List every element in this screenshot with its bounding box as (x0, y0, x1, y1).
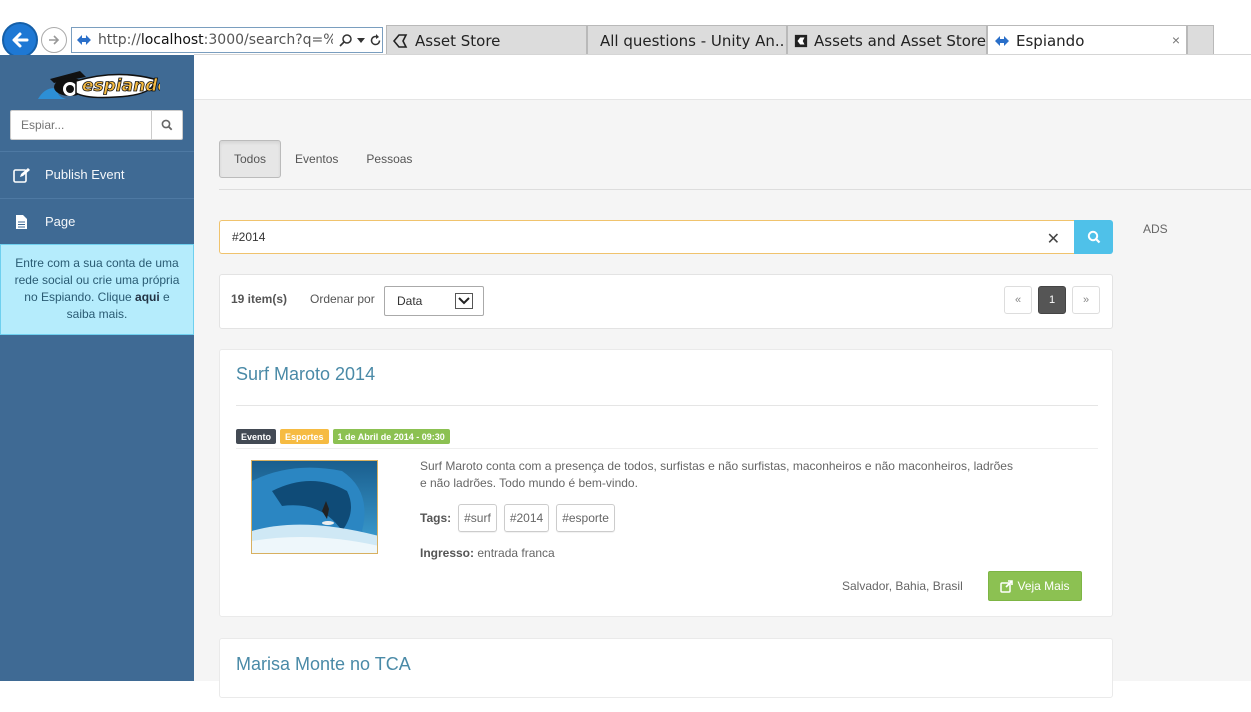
browser-chrome: http://localhost:3000/search?q=% Asset S… (0, 0, 1251, 58)
unity-icon (794, 34, 808, 47)
arrow-right-icon (49, 35, 60, 45)
divider (236, 405, 1098, 406)
result-card: Surf Maroto 2014 Evento Esportes 1 de Ab… (219, 349, 1113, 617)
sort-select[interactable]: Data (384, 286, 484, 316)
top-band (194, 55, 1251, 100)
close-tab-icon[interactable]: × (1172, 32, 1180, 48)
type-badge: Evento (236, 429, 277, 444)
dropdown-icon[interactable] (357, 36, 365, 44)
svg-text:espiando: espiando (82, 76, 160, 96)
sidebar-item-label: Publish Event (45, 167, 125, 182)
divider (236, 448, 1098, 449)
search-icon (1087, 230, 1100, 244)
main-search: #2014 ✕ (219, 220, 1113, 254)
sidebar-item-label: Page (45, 214, 76, 229)
main-content: Todos Eventos Pessoas #2014 ✕ ADS 19 ite… (194, 100, 1251, 698)
pagination: « 1 » (1004, 286, 1100, 314)
sidebar-item-publish-event[interactable]: Publish Event (0, 151, 194, 197)
result-card: Marisa Monte no TCA (219, 638, 1113, 698)
sidebar-search-button[interactable] (151, 111, 182, 139)
sort-label: Ordenar por (310, 292, 375, 306)
sidebar-search-input[interactable] (11, 111, 151, 139)
refresh-icon[interactable] (369, 33, 382, 47)
result-count: 19 item(s) (231, 292, 288, 306)
tab-assets-and-asset-store[interactable]: Assets and Asset Store (787, 25, 987, 55)
search-icon[interactable] (339, 33, 353, 47)
tab-all-questions[interactable]: All questions - Unity An... (587, 25, 787, 55)
ads-label: ADS (1143, 222, 1168, 236)
card-description: Surf Maroto conta com a presença de todo… (420, 459, 1013, 490)
search-input[interactable]: #2014 ✕ (219, 220, 1074, 254)
back-button[interactable] (2, 22, 38, 58)
filter-tabs: Todos Eventos Pessoas (219, 140, 426, 178)
card-title[interactable]: Surf Maroto 2014 (236, 364, 375, 385)
url-text[interactable]: http://localhost:3000/search?q=% (98, 32, 333, 48)
arrow-left-icon (12, 32, 29, 48)
category-badge: Esportes (280, 429, 329, 444)
login-prompt: Entre com a sua conta de uma rede social… (0, 244, 194, 335)
external-link-icon (1000, 579, 1014, 593)
pager-current[interactable]: 1 (1038, 286, 1066, 314)
site-icon (995, 35, 1009, 46)
tags-label: Tags: (420, 511, 452, 525)
tag-surf[interactable]: #surf (458, 504, 497, 532)
address-bar[interactable]: http://localhost:3000/search?q=% (71, 27, 383, 53)
card-title[interactable]: Marisa Monte no TCA (236, 654, 411, 675)
date-badge: 1 de Abril de 2014 - 09:30 (332, 429, 450, 444)
search-button[interactable] (1074, 220, 1113, 254)
login-link[interactable]: aqui (135, 290, 160, 304)
divider (219, 189, 1251, 190)
card-tags: Tags: #surf #2014 #esporte (420, 504, 615, 532)
clear-icon[interactable]: ✕ (1047, 229, 1060, 249)
tab-espiando[interactable]: Espiando × (987, 25, 1187, 55)
see-more-button[interactable]: Veja Mais (988, 571, 1082, 601)
tag-esporte[interactable]: #esporte (556, 504, 615, 532)
card-location: Salvador, Bahia, Brasil (842, 579, 963, 593)
tab-eventos[interactable]: Eventos (281, 140, 352, 178)
chevron-down-icon (455, 293, 473, 309)
file-icon (16, 214, 27, 229)
forward-button[interactable] (41, 27, 67, 53)
results-toolbar: 19 item(s) Ordenar por Data « 1 » (219, 274, 1113, 329)
tab-asset-store[interactable]: Asset Store (386, 25, 587, 55)
card-badges: Evento Esportes 1 de Abril de 2014 - 09:… (236, 429, 450, 444)
edit-icon (13, 167, 30, 183)
pager-prev[interactable]: « (1004, 286, 1032, 314)
tag-2014[interactable]: #2014 (503, 504, 550, 532)
event-thumbnail[interactable] (251, 460, 378, 554)
tab-todos[interactable]: Todos (219, 140, 282, 178)
tab-pessoas[interactable]: Pessoas (352, 140, 426, 178)
card-entry: Ingresso: entrada franca (420, 546, 555, 560)
new-tab-button[interactable] (1187, 25, 1214, 55)
sidebar: espiando Publish Event Page Entre com a … (0, 55, 194, 681)
sidebar-search (10, 110, 183, 140)
pager-next[interactable]: » (1072, 286, 1100, 314)
espiando-logo[interactable]: espiando (36, 59, 170, 103)
search-icon (161, 119, 173, 131)
sidebar-item-page[interactable]: Page (0, 198, 194, 244)
site-icon (76, 35, 91, 45)
unity-icon (393, 33, 408, 48)
